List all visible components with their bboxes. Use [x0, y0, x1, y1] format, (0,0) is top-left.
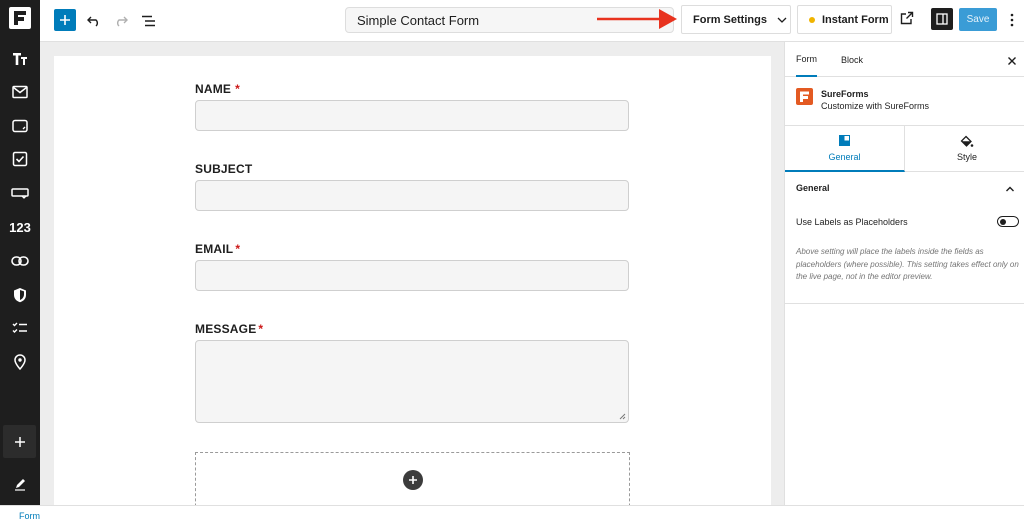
tab-form[interactable]: Form: [796, 42, 817, 77]
required-asterisk: *: [235, 242, 241, 256]
number-icon-label: 123: [9, 219, 31, 235]
list-view-icon[interactable]: [139, 11, 159, 31]
form-settings-button[interactable]: Form Settings: [681, 5, 791, 34]
editor-toolbar: Simple Contact Form Form Settings Instan…: [40, 0, 1024, 42]
message-label-text: MESSAGE: [195, 322, 257, 336]
general-settings-icon: [785, 135, 904, 146]
instant-form-label: Instant Form: [822, 13, 889, 26]
toggle-knob: [1000, 219, 1006, 225]
form-settings-label: Form Settings: [693, 13, 767, 26]
plugin-card: SureForms Customize with SureForms: [785, 78, 1024, 126]
message-textarea[interactable]: [195, 340, 629, 423]
message-field-label: MESSAGE *: [195, 322, 263, 336]
redo-icon[interactable]: [111, 11, 131, 31]
link-icon[interactable]: [0, 246, 40, 276]
settings-panel-toggle[interactable]: [931, 8, 953, 30]
name-label-text: NAME: [195, 82, 232, 96]
dropdown-icon[interactable]: [0, 178, 40, 208]
tab-style-label: Style: [956, 152, 977, 162]
name-field-label: NAME *: [195, 82, 240, 96]
instant-form-button[interactable]: Instant Form: [797, 5, 892, 34]
form-canvas: NAME * SUBJECT EMAIL * MESSAGE *: [54, 56, 771, 505]
tab-style[interactable]: Style: [907, 126, 1024, 172]
general-section-title[interactable]: General: [796, 183, 830, 193]
email-icon[interactable]: [0, 77, 40, 107]
email-label-text: EMAIL: [195, 242, 234, 256]
tab-general-label: General: [828, 152, 861, 162]
panel-divider: [785, 303, 1024, 304]
editor-canvas: NAME * SUBJECT EMAIL * MESSAGE *: [40, 42, 784, 505]
chevron-down-icon: [777, 17, 787, 23]
subject-label-text: SUBJECT: [195, 162, 253, 176]
plugin-description: Customize with SureForms: [821, 101, 930, 111]
sureforms-logo[interactable]: [9, 7, 31, 29]
block-sidebar: 123: [0, 0, 40, 505]
tab-general[interactable]: General: [785, 126, 905, 172]
labels-as-placeholders-toggle[interactable]: [997, 216, 1019, 227]
subject-field-label: SUBJECT: [195, 162, 252, 176]
checkbox-icon[interactable]: [0, 144, 40, 174]
email-field-label: EMAIL *: [195, 242, 240, 256]
email-input[interactable]: [195, 260, 629, 291]
tab-block[interactable]: Block: [841, 42, 863, 77]
required-asterisk: *: [258, 322, 264, 336]
edit-pencil-icon[interactable]: [0, 470, 40, 498]
required-asterisk: *: [235, 82, 241, 96]
close-icon[interactable]: [1006, 54, 1018, 66]
undo-icon[interactable]: [84, 11, 104, 31]
annotation-arrow: [597, 9, 677, 29]
sidebar-panel-icon: [936, 13, 948, 25]
resize-handle-icon[interactable]: [619, 413, 626, 420]
plus-icon: [60, 15, 70, 25]
settings-panel: Form Block SureForms Customize with Sure…: [784, 42, 1024, 505]
text-icon[interactable]: [0, 44, 40, 74]
status-dot: [809, 16, 815, 23]
breadcrumb[interactable]: Form: [19, 511, 40, 519]
multi-choice-icon[interactable]: [0, 313, 40, 343]
location-pin-icon[interactable]: [0, 347, 40, 377]
settings-sub-tabs: General Style: [785, 126, 1024, 172]
more-options-icon[interactable]: [1006, 10, 1018, 30]
external-link-icon[interactable]: [900, 11, 916, 27]
editor-footer: Form: [0, 505, 1024, 519]
add-field-button[interactable]: [3, 425, 36, 458]
setting-help-text: Above setting will place the labels insi…: [796, 247, 1019, 281]
panel-tabs: Form Block: [785, 42, 1024, 77]
number-icon[interactable]: 123: [0, 212, 40, 242]
textarea-icon[interactable]: [0, 111, 40, 141]
paint-bucket-icon: [907, 135, 1024, 149]
save-button[interactable]: Save: [959, 8, 997, 31]
sureforms-logo: [796, 88, 813, 105]
labels-as-placeholders-label: Use Labels as Placeholders: [796, 217, 908, 227]
plugin-name: SureForms: [821, 89, 869, 99]
plus-icon: [14, 436, 25, 447]
chevron-up-icon[interactable]: [1004, 182, 1016, 194]
name-input[interactable]: [195, 100, 629, 131]
add-block-button[interactable]: [54, 9, 76, 31]
shield-icon[interactable]: [0, 280, 40, 310]
subject-input[interactable]: [195, 180, 629, 211]
add-field-placeholder[interactable]: [195, 452, 630, 505]
add-field-icon[interactable]: [403, 470, 423, 490]
